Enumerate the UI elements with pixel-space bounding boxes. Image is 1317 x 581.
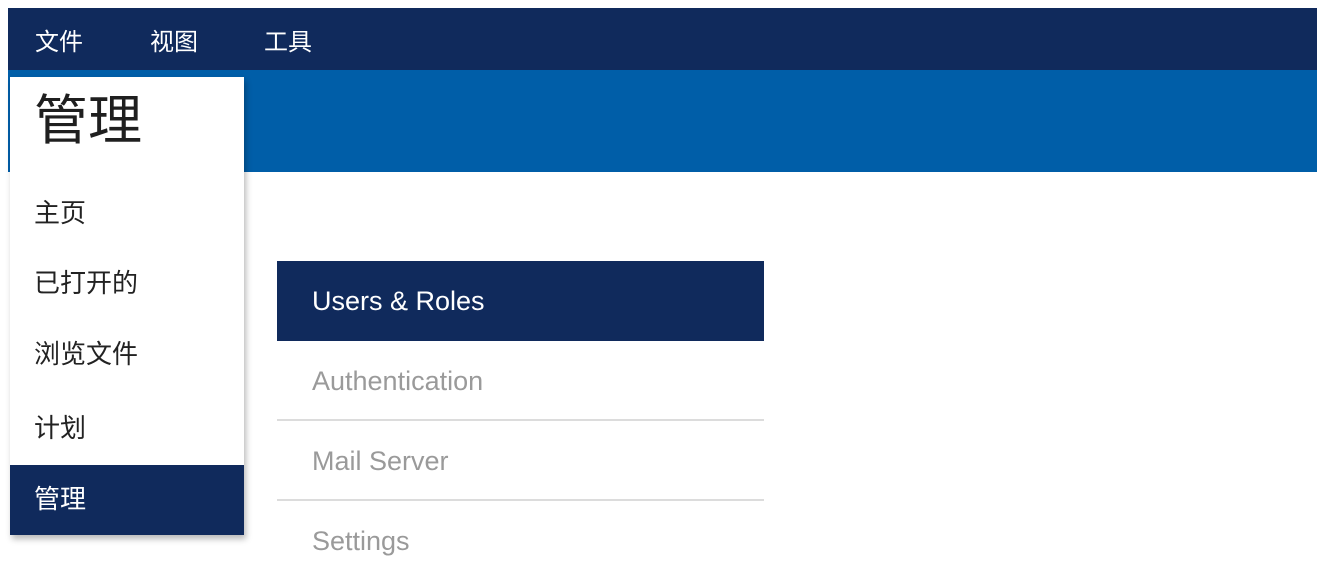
menu-bar: 文件 视图 工具 [8, 8, 1317, 70]
tab-mail-server[interactable]: Mail Server [277, 421, 764, 501]
side-navigation-panel: 管理 主页 已打开的 浏览文件 计划 管理 [10, 77, 244, 535]
sidenav-item-home[interactable]: 主页 [10, 179, 244, 249]
menu-tools[interactable]: 工具 [264, 22, 312, 57]
admin-tabs: Users & Roles Authentication Mail Server… [277, 261, 764, 581]
tab-authentication[interactable]: Authentication [277, 341, 764, 421]
tab-users-roles[interactable]: Users & Roles [277, 261, 764, 341]
menu-view[interactable]: 视图 [150, 22, 198, 57]
panel-title: 管理 [34, 89, 142, 152]
sidenav-item-opened[interactable]: 已打开的 [10, 249, 244, 319]
sidenav-item-admin[interactable]: 管理 [10, 465, 244, 535]
sidenav-item-browse-files[interactable]: 浏览文件 [10, 320, 244, 390]
sidenav-item-schedule[interactable]: 计划 [10, 394, 244, 464]
menu-file[interactable]: 文件 [35, 22, 83, 57]
tab-settings[interactable]: Settings [277, 501, 764, 581]
